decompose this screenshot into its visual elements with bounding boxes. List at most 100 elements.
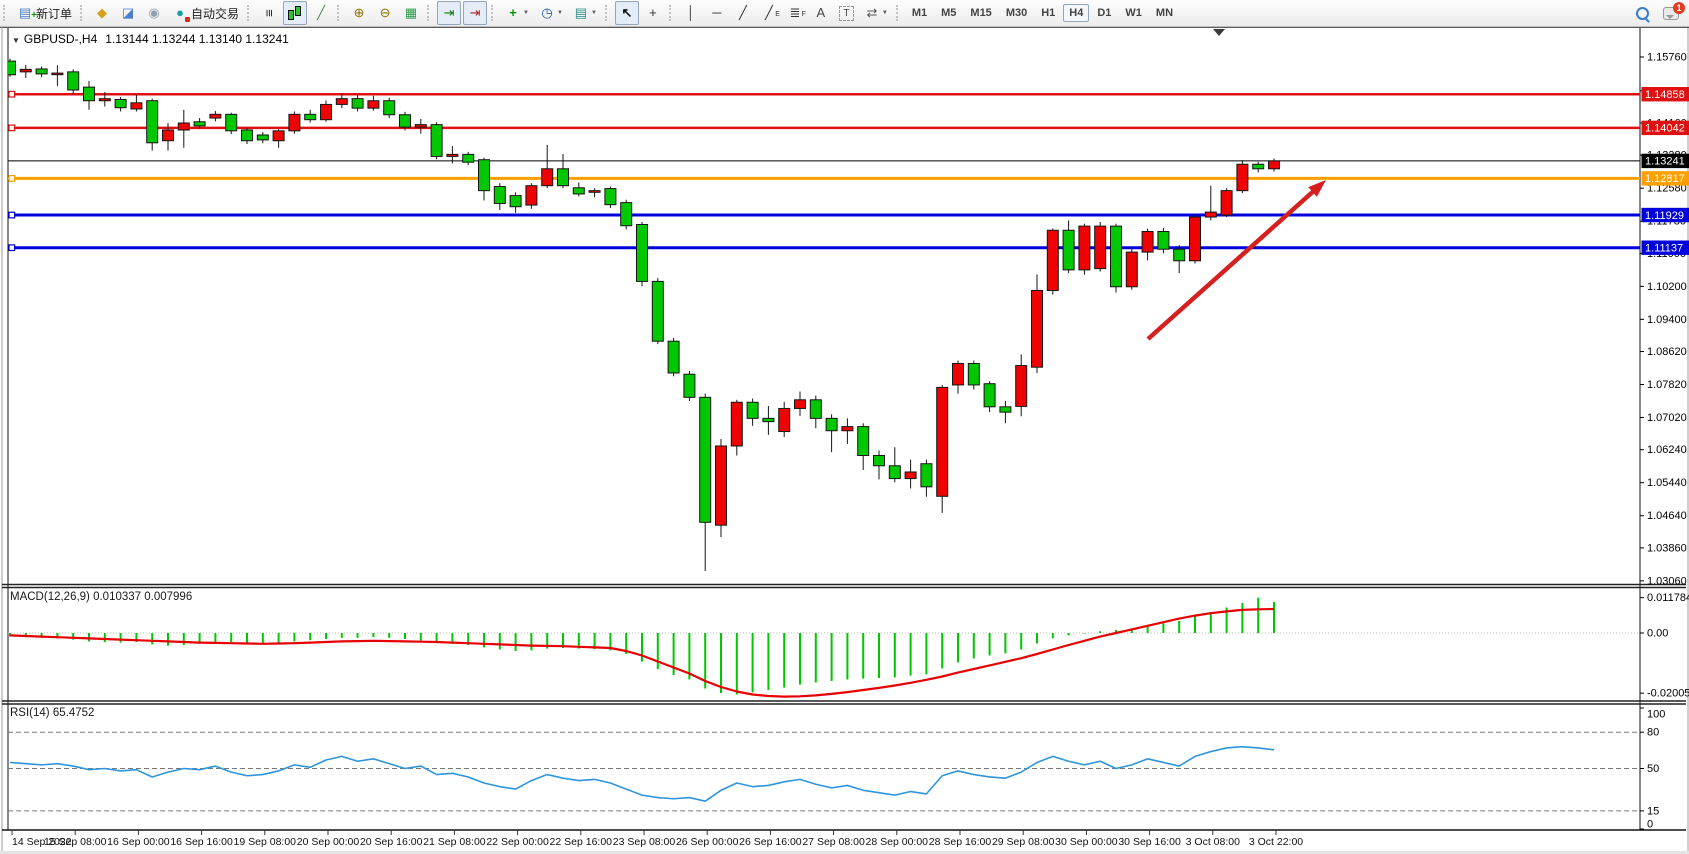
toolbar-grip [247, 5, 252, 21]
candle [68, 72, 79, 90]
time-axis-label[interactable]: 16 Sep 00:00 [107, 836, 170, 848]
text-button[interactable]: A [809, 1, 833, 25]
time-axis-label[interactable]: 30 Sep 16:00 [1118, 836, 1181, 848]
time-axis-label[interactable]: 27 Sep 08:00 [802, 836, 865, 848]
zoom-out-button[interactable]: ⊖ [373, 1, 397, 25]
candle [163, 130, 174, 141]
macd-indicator-label: MACD(12,26,9) [10, 591, 90, 603]
candle [20, 69, 31, 71]
styler-button[interactable]: ◆ [90, 1, 114, 25]
level-line-handle[interactable] [9, 176, 15, 182]
candle [257, 135, 268, 140]
chat-icon[interactable]: 1 [1663, 7, 1679, 20]
candlestick-chart-button[interactable] [283, 1, 307, 25]
time-axis-label[interactable]: 22 Sep 00:00 [486, 836, 549, 848]
new-order-button[interactable]: ▤+新订单 [13, 1, 76, 25]
candle [874, 455, 885, 465]
auto-scroll-button[interactable]: ⇥ [437, 1, 461, 25]
time-axis-label[interactable]: 20 Sep 16:00 [360, 836, 423, 848]
autotrading-label: 自动交易 [191, 5, 239, 22]
candle [242, 130, 253, 141]
crosshair-button[interactable]: + [641, 1, 665, 25]
timeframe-m30[interactable]: M30 [1000, 4, 1033, 22]
new-order-icon: ▤+ [17, 5, 33, 21]
time-axis-label[interactable]: 19 Sep 08:00 [234, 836, 297, 848]
candle [1063, 230, 1074, 270]
level-line-handle[interactable] [9, 125, 15, 131]
candlestick-chart-icon [287, 5, 303, 21]
chevron-down-icon[interactable]: ▼ [591, 10, 597, 16]
macd-axis-tick-label: 0.00 [1647, 628, 1668, 640]
indicators-button[interactable]: +▼ [501, 1, 533, 25]
time-axis-label[interactable]: 23 Sep 08:00 [613, 836, 676, 848]
chart-shift-marker-icon[interactable] [1213, 29, 1225, 36]
timeframe-d1[interactable]: D1 [1091, 4, 1117, 22]
time-axis-label[interactable]: 21 Sep 08:00 [423, 836, 486, 848]
level-line-handle[interactable] [9, 91, 15, 97]
level-line-handle[interactable] [9, 245, 15, 251]
profile-button[interactable]: ◪ [116, 1, 140, 25]
time-axis-label[interactable]: 28 Sep 00:00 [866, 836, 929, 848]
shapes-button[interactable]: ⇄▼ [860, 1, 892, 25]
timeframe-w1[interactable]: W1 [1119, 4, 1148, 22]
price-axis-tick-label: 1.09400 [1647, 314, 1687, 326]
time-axis-label[interactable]: 3 Oct 22:00 [1249, 836, 1303, 848]
timeframe-mn[interactable]: MN [1150, 4, 1179, 22]
time-axis-label[interactable]: 28 Sep 16:00 [929, 836, 992, 848]
time-axis-label[interactable]: 20 Sep 00:00 [297, 836, 360, 848]
timeframe-m15[interactable]: M15 [964, 4, 997, 22]
horizontal-line-button[interactable]: ─ [705, 1, 729, 25]
candle [747, 402, 758, 418]
candle [779, 408, 790, 431]
timeframe-h4[interactable]: H4 [1063, 4, 1089, 22]
candle [984, 384, 995, 407]
time-axis-label[interactable]: 15 Sep 08:00 [44, 836, 107, 848]
level-line-handle[interactable] [9, 212, 15, 218]
timeframe-m1[interactable]: M1 [906, 4, 933, 22]
shapes-icon: ⇄ [864, 5, 880, 21]
horizontal-line-icon: ─ [709, 5, 725, 21]
time-axis-label[interactable]: 26 Sep 16:00 [739, 836, 802, 848]
cursor-button[interactable]: ↖ [615, 1, 639, 25]
candle [368, 101, 379, 108]
time-axis-label[interactable]: 29 Sep 08:00 [992, 836, 1055, 848]
zoom-in-button[interactable]: ⊕ [347, 1, 371, 25]
autotrading-icon: ● [172, 5, 188, 21]
styler-icon: ◆ [94, 5, 110, 21]
templates-button[interactable]: ▤▼ [569, 1, 601, 25]
autotrading-button[interactable]: ●自动交易 [168, 1, 243, 25]
candle [589, 191, 600, 193]
timeframe-h1[interactable]: H1 [1035, 4, 1061, 22]
timeframe-m5[interactable]: M5 [935, 4, 962, 22]
time-axis-label[interactable]: 26 Sep 00:00 [676, 836, 739, 848]
line-chart-button[interactable]: ╱ [309, 1, 333, 25]
candle [131, 103, 142, 109]
trendline-icon: ╱ [735, 5, 751, 21]
chevron-down-icon[interactable]: ▼ [523, 10, 529, 16]
time-axis-label[interactable]: 3 Oct 08:00 [1186, 836, 1240, 848]
periods-button[interactable]: ◷▼ [535, 1, 567, 25]
time-axis-label[interactable]: 16 Sep 16:00 [170, 836, 233, 848]
bars-chart-button[interactable]: ≡ [257, 1, 281, 25]
chart-shift-button[interactable]: ⇥ [463, 1, 487, 25]
chevron-down-icon[interactable]: ▼ [882, 10, 888, 16]
search-icon[interactable] [1636, 7, 1649, 20]
vertical-line-button[interactable]: │ [679, 1, 703, 25]
sound-button[interactable]: ◉ [142, 1, 166, 25]
price-axis-tick-label: 1.05440 [1647, 477, 1687, 489]
equidistant-channel-button[interactable]: ╱E [757, 1, 781, 25]
candle [684, 374, 695, 397]
time-axis-label[interactable]: 22 Sep 16:00 [550, 836, 613, 848]
text-label-button[interactable]: T [835, 1, 858, 25]
macd-pane-header: MACD(12,26,9) 0.010337 0.007996 [10, 591, 192, 603]
tile-windows-button[interactable]: ▦ [399, 1, 423, 25]
fibonacci-button[interactable]: ≣F [783, 1, 807, 25]
chevron-down-icon[interactable]: ▼ [557, 10, 563, 16]
templates-icon: ▤ [573, 5, 589, 21]
time-axis-label[interactable]: 30 Sep 00:00 [1055, 836, 1118, 848]
bars-chart-icon: ≡ [261, 5, 277, 21]
trendline-button[interactable]: ╱ [731, 1, 755, 25]
collapse-chart-icon[interactable]: ▼ [12, 36, 20, 45]
chart-canvas[interactable]: 1.157601.149401.141601.133801.125801.117… [0, 0, 1689, 854]
chart-quotes: 1.13144 1.13244 1.13140 1.13241 [105, 32, 289, 46]
